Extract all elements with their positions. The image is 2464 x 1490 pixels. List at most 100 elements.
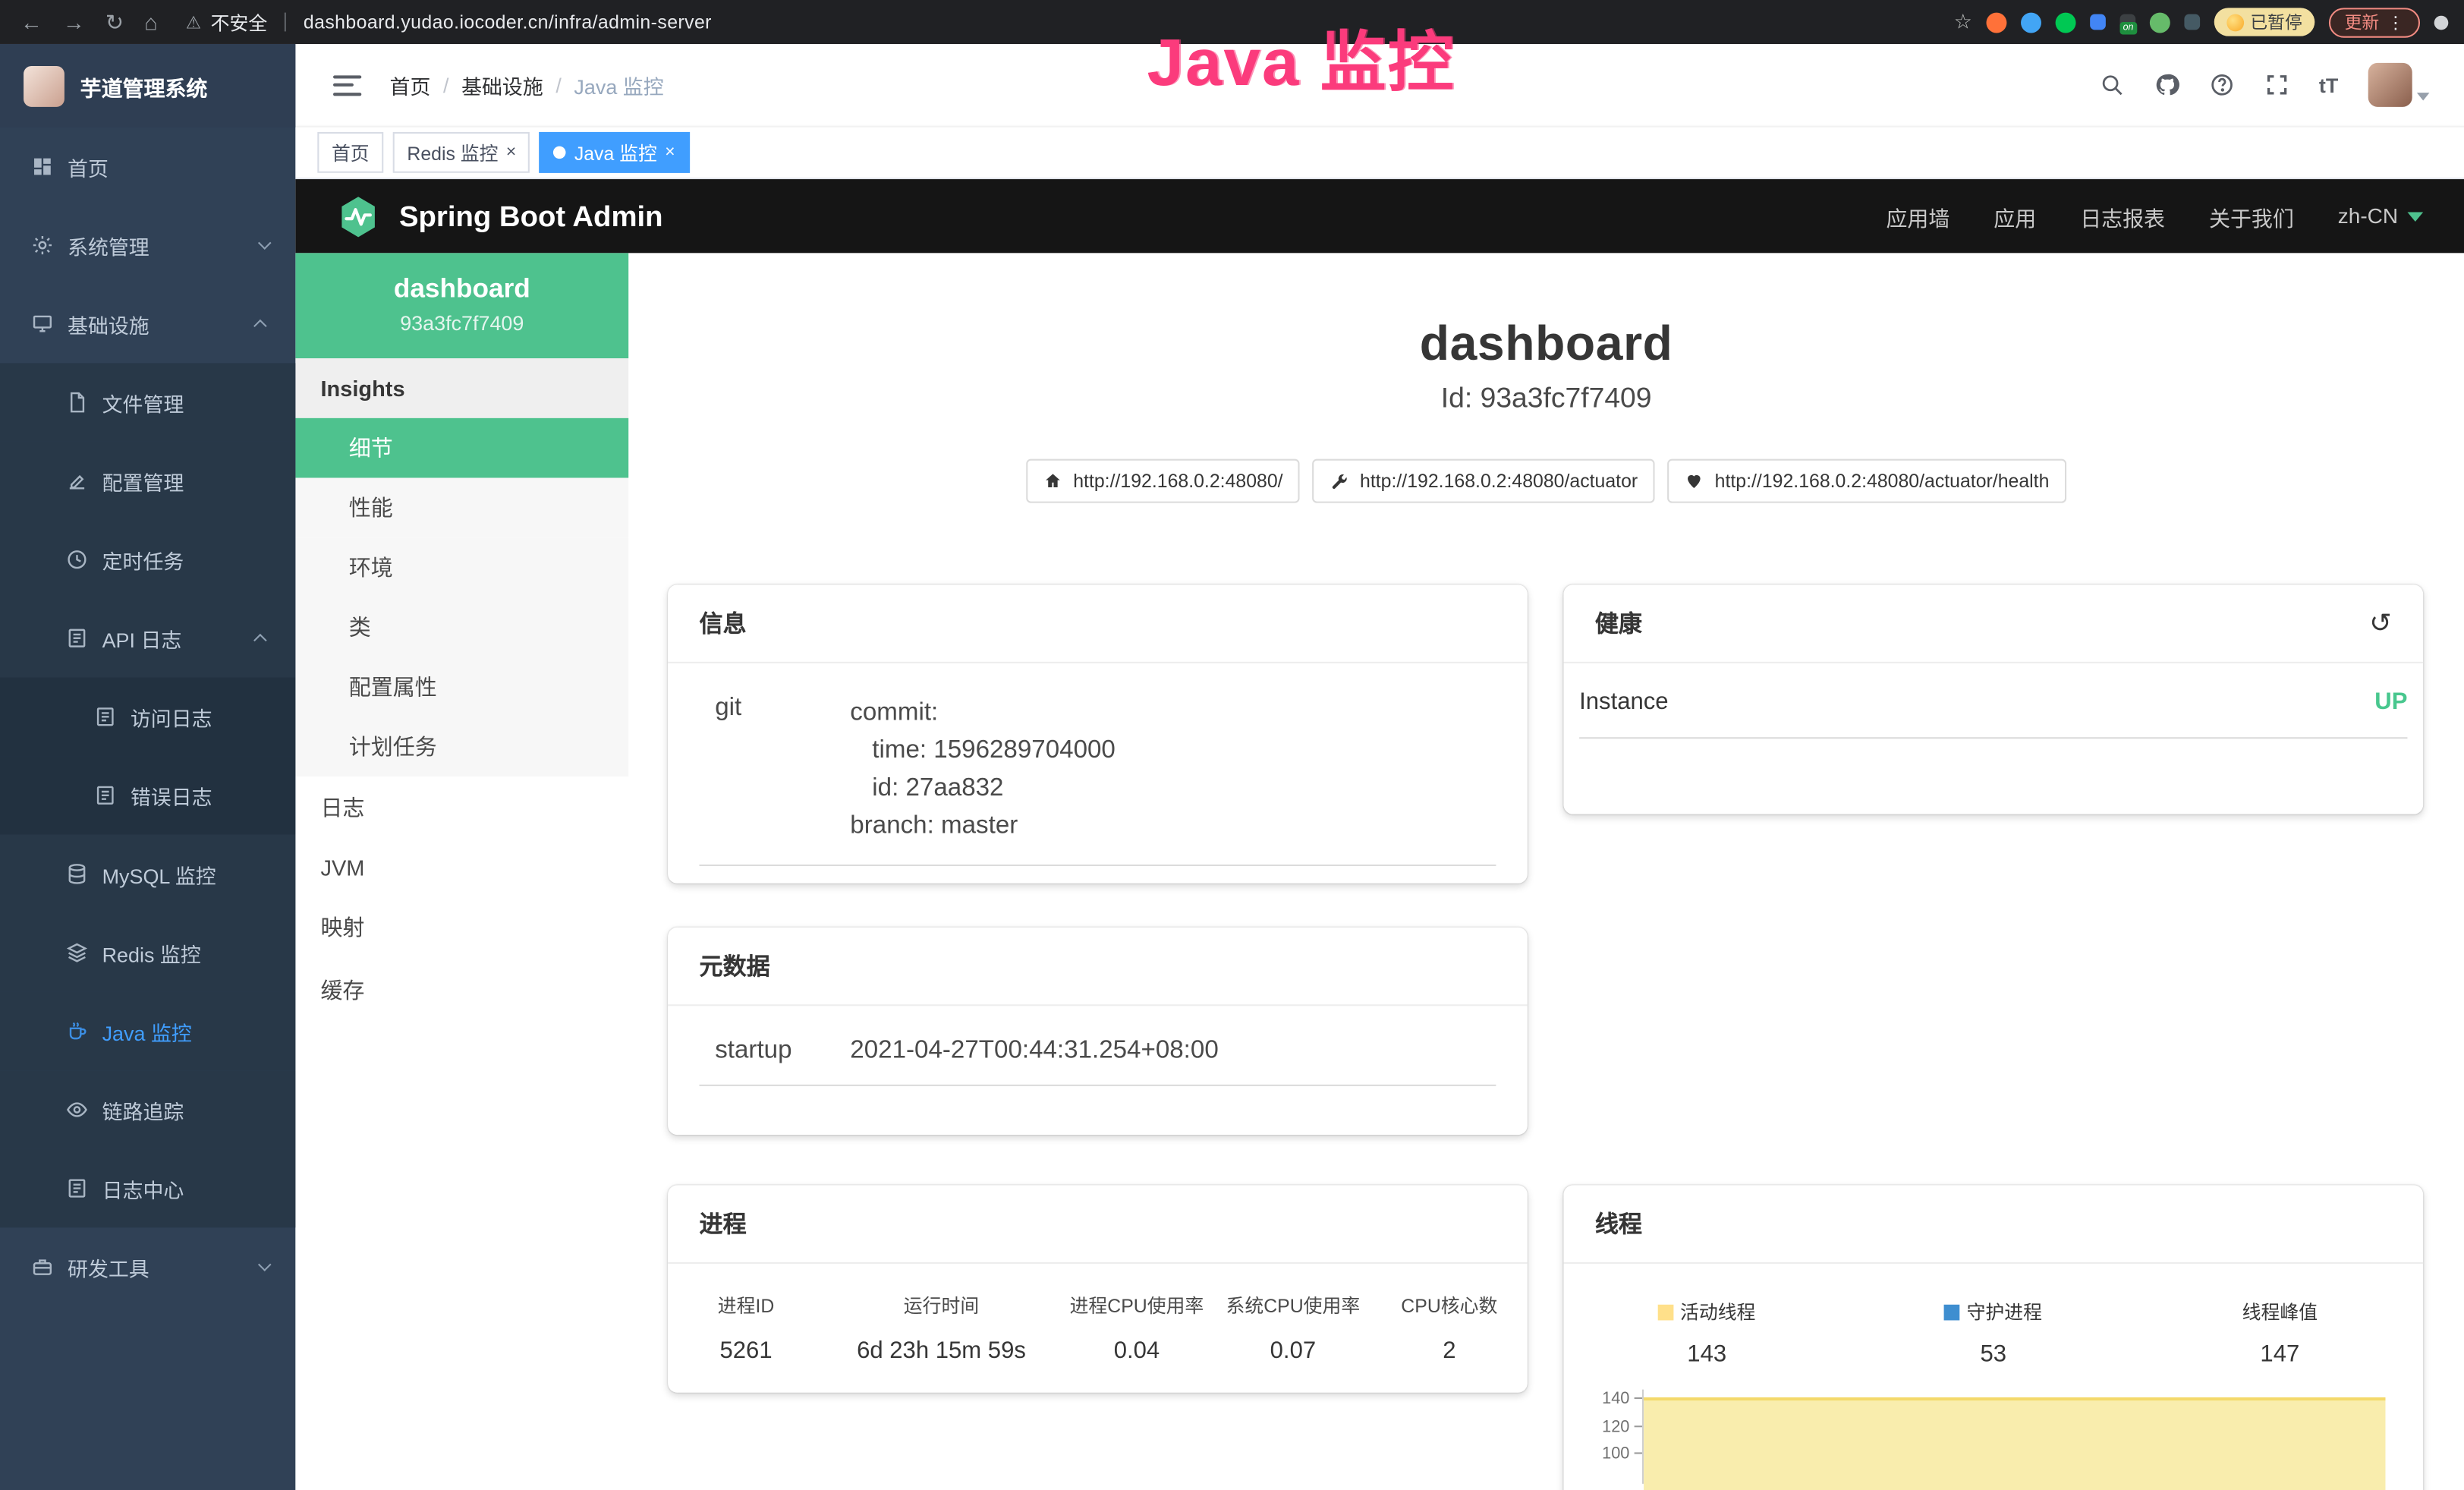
sba-item-logs[interactable]: 日志: [295, 777, 628, 840]
sidebar-item-redis[interactable]: Redis 监控: [0, 913, 295, 992]
breadcrumb-infra[interactable]: 基础设施: [461, 70, 543, 99]
legend-active: 活动线程 143: [1563, 1286, 1850, 1368]
search-icon[interactable]: [2099, 72, 2124, 97]
extension-icon[interactable]: [2150, 12, 2170, 33]
tab-label: Redis 监控: [407, 139, 498, 165]
sidebar-item-log-center[interactable]: 日志中心: [0, 1149, 295, 1228]
update-label: 更新: [2345, 9, 2380, 34]
sidebar-item-label: Redis 监控: [102, 937, 201, 967]
sidebar-item-files[interactable]: 文件管理: [0, 363, 295, 442]
legend-label: 活动线程: [1680, 1298, 1755, 1325]
health-card-title: 健康: [1595, 606, 1642, 639]
bookmark-star-icon[interactable]: ☆: [1954, 9, 1972, 34]
active-dot: [554, 146, 567, 159]
reload-icon[interactable]: ↻: [105, 11, 124, 33]
sba-instance-id: 93a3fc7f7409: [308, 311, 616, 335]
home-icon[interactable]: ⌂: [144, 11, 158, 33]
sba-instance-name: dashboard: [308, 273, 616, 304]
browser-actions: ☆ on 已暂停 更新 ⋮: [1954, 7, 2464, 36]
active-threads-area: [1644, 1397, 2385, 1490]
monitor-icon: [31, 313, 53, 335]
tab-home[interactable]: 首页: [317, 132, 383, 173]
legend-peak: 线程峰值 147: [2137, 1286, 2424, 1368]
history-icon[interactable]: ↺: [2369, 610, 2392, 636]
hamburger-icon[interactable]: [333, 74, 361, 95]
close-icon[interactable]: ×: [665, 143, 675, 162]
help-icon[interactable]: [2209, 72, 2234, 97]
user-menu[interactable]: [2368, 63, 2430, 107]
sidebar-item-access-log[interactable]: 访问日志: [0, 678, 295, 757]
extension-on-icon[interactable]: on: [2120, 14, 2136, 30]
sidebar-item-api-log[interactable]: API 日志: [0, 599, 295, 678]
sba-item-scheduled-tasks[interactable]: 计划任务: [295, 717, 628, 777]
sba-item-caches[interactable]: 缓存: [295, 959, 628, 1022]
fullscreen-icon[interactable]: [2264, 72, 2289, 97]
sba-language-select[interactable]: zh-CN: [2338, 204, 2423, 228]
extension-icon[interactable]: [1986, 12, 2006, 33]
update-button[interactable]: 更新 ⋮: [2329, 7, 2420, 36]
process-card: 进程 进程ID5261 运行时间6d 23h 15m 59s 进程CPU使用率0…: [668, 1185, 1528, 1392]
sba-nav-journal[interactable]: 日志报表: [2080, 200, 2165, 232]
sidebar-item-mysql[interactable]: MySQL 监控: [0, 835, 295, 914]
sidebar-item-config[interactable]: 配置管理: [0, 442, 295, 521]
actuator-url-link[interactable]: http://192.168.0.2:48080/actuator: [1313, 459, 1655, 503]
process-col: 进程ID5261: [668, 1276, 824, 1364]
doc-icon: [94, 706, 116, 728]
close-icon[interactable]: ×: [506, 143, 516, 162]
sidebar-item-system[interactable]: 系统管理: [0, 206, 295, 285]
sidebar-item-home[interactable]: 首页: [0, 128, 295, 206]
edit-icon: [66, 470, 88, 492]
legend-value: 147: [2137, 1340, 2424, 1367]
process-table: 进程ID5261 运行时间6d 23h 15m 59s 进程CPU使用率0.04…: [668, 1264, 1528, 1393]
paused-badge[interactable]: 已暂停: [2214, 8, 2315, 36]
back-icon[interactable]: ←: [20, 11, 42, 33]
legend-label: 守护进程: [1967, 1298, 2042, 1325]
breadcrumb-home[interactable]: 首页: [390, 70, 431, 99]
extension-icon[interactable]: [2090, 14, 2106, 30]
sidebar-item-label: 访问日志: [131, 702, 212, 732]
chevron-down-icon: [258, 236, 272, 250]
screenshot-root: ← → ↻ ⌂ ⚠ 不安全 dashboard.yudao.iocoder.cn…: [0, 0, 2464, 1490]
sidebar-item-devtools[interactable]: 研发工具: [0, 1227, 295, 1306]
sba-item-mappings[interactable]: 映射: [295, 896, 628, 959]
sba-item-classes[interactable]: 类: [295, 597, 628, 657]
metadata-card-title: 元数据: [700, 950, 770, 982]
avatar: [2368, 63, 2412, 107]
health-url-link[interactable]: http://192.168.0.2:48080/actuator/health: [1668, 459, 2067, 503]
url-text[interactable]: dashboard.yudao.iocoder.cn/infra/admin-s…: [304, 11, 712, 33]
sba-nav: 应用墙 应用 日志报表 关于我们 zh-CN: [1886, 200, 2423, 232]
service-url-link[interactable]: http://192.168.0.2:48080/: [1026, 459, 1300, 503]
sidebar-item-error-log[interactable]: 错误日志: [0, 756, 295, 835]
sba-item-config-props[interactable]: 配置属性: [295, 657, 628, 717]
metadata-card-body: startup 2021-04-27T00:44:31.254+08:00: [668, 1006, 1528, 1111]
doc-icon: [94, 784, 116, 806]
profile-icon[interactable]: [2434, 15, 2449, 30]
sidebar-item-trace[interactable]: 链路追踪: [0, 1070, 295, 1149]
github-icon[interactable]: [2154, 72, 2179, 97]
git-branch-line: branch: master: [850, 808, 1496, 846]
extension-icon[interactable]: [2184, 14, 2200, 30]
sidebar-item-label: 文件管理: [102, 387, 184, 417]
link-label: http://192.168.0.2:48080/actuator: [1360, 470, 1638, 492]
tab-java-monitor[interactable]: Java 监控 ×: [540, 132, 689, 173]
sba-nav-applications[interactable]: 应用: [1994, 200, 2036, 232]
extension-icon[interactable]: [2056, 12, 2076, 33]
sba-item-jvm[interactable]: JVM: [295, 840, 628, 896]
sidebar-item-jobs[interactable]: 定时任务: [0, 520, 295, 599]
sba-item-metrics[interactable]: 性能: [295, 478, 628, 538]
tab-redis-monitor[interactable]: Redis 监控 ×: [393, 132, 530, 173]
font-size-icon[interactable]: tT: [2319, 73, 2338, 96]
extension-icon[interactable]: [2021, 12, 2041, 33]
address-bar[interactable]: ⚠ 不安全 dashboard.yudao.iocoder.cn/infra/a…: [186, 8, 712, 35]
sidebar-item-java-monitor[interactable]: Java 监控: [0, 992, 295, 1071]
sba-brand[interactable]: Spring Boot Admin: [399, 199, 663, 234]
sba-item-environment[interactable]: 环境: [295, 537, 628, 597]
forward-icon[interactable]: →: [63, 11, 85, 33]
sba-nav-wallboard[interactable]: 应用墙: [1886, 200, 1949, 232]
daemon-threads-swatch: [1945, 1304, 1961, 1320]
sba-nav-about[interactable]: 关于我们: [2209, 200, 2294, 232]
sidebar-item-infra[interactable]: 基础设施: [0, 285, 295, 364]
metadata-card: 元数据 startup 2021-04-27T00:44:31.254+08:0…: [668, 928, 1528, 1135]
info-card-body: git commit: time: 1596289704000 id: 27aa…: [668, 663, 1528, 891]
sba-item-details[interactable]: 细节: [295, 418, 628, 478]
